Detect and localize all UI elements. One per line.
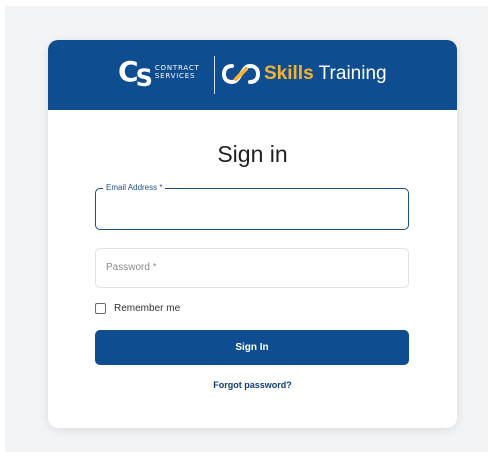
email-field[interactable]: Email Address * <box>95 183 409 230</box>
page-title: Sign in <box>217 141 288 167</box>
skills-training-logo: Skills Training <box>222 62 387 86</box>
checkbox-icon[interactable] <box>95 303 106 314</box>
password-placeholder: Password * <box>106 262 157 273</box>
email-label: Email Address * <box>103 183 166 193</box>
sign-in-button[interactable]: Sign In <box>95 330 409 365</box>
skills-infinity-icon <box>222 63 260 85</box>
signin-card: CS CONTRACT SERVICES Skills Training Sig… <box>48 40 457 428</box>
cs-logo-text: CONTRACT SERVICES <box>154 64 200 80</box>
forgot-password-link[interactable]: Forgot password? <box>48 380 457 390</box>
cs-logo-mark: CS <box>118 55 153 92</box>
remember-me-label: Remember me <box>114 303 181 314</box>
training-word: Training <box>318 63 387 84</box>
password-field[interactable]: Password * <box>95 248 409 288</box>
brand-header: CS CONTRACT SERVICES Skills Training <box>48 40 457 110</box>
remember-me-option[interactable]: Remember me <box>95 303 180 314</box>
skills-word: Skills <box>264 63 314 84</box>
logo-divider <box>214 56 215 94</box>
contract-services-logo: CS CONTRACT SERVICES <box>118 55 200 92</box>
